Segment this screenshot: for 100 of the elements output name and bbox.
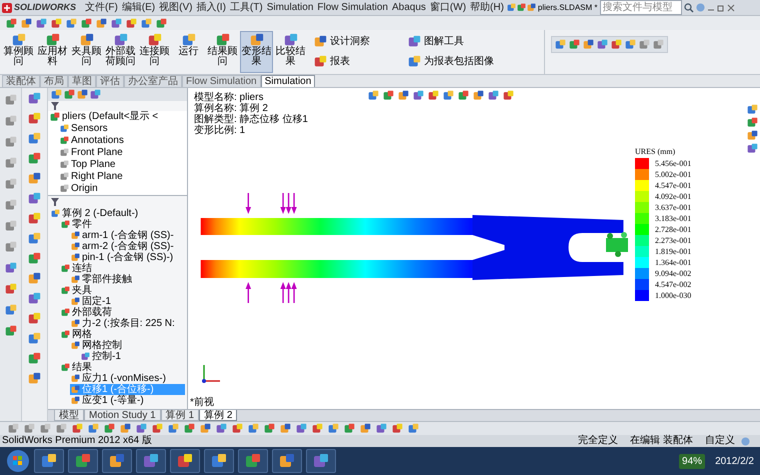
tree-item[interactable]: arm-1 (-合金钢 (SS)- bbox=[70, 230, 185, 241]
command-tool-icon[interactable] bbox=[24, 423, 35, 434]
taskbar-app-button[interactable] bbox=[238, 449, 268, 473]
tool-icon[interactable] bbox=[4, 283, 16, 295]
tree-item[interactable]: Front Plane bbox=[50, 147, 185, 158]
command-tool-icon[interactable] bbox=[392, 423, 403, 434]
view-tool-icon[interactable] bbox=[368, 90, 379, 101]
quick-tool-icon[interactable] bbox=[516, 3, 526, 12]
taskbar-app-button[interactable] bbox=[306, 449, 336, 473]
view-tool-icon[interactable] bbox=[96, 18, 107, 28]
command-tool-icon[interactable] bbox=[88, 423, 99, 434]
view-tool-icon[interactable] bbox=[503, 90, 514, 101]
view-tool-icon[interactable] bbox=[458, 90, 469, 101]
tree-item[interactable]: 固定-1 bbox=[70, 296, 185, 307]
command-tool-icon[interactable] bbox=[312, 423, 323, 434]
tool-icon[interactable] bbox=[28, 152, 41, 165]
tool-icon[interactable] bbox=[4, 325, 16, 337]
taskbar-app-button[interactable] bbox=[170, 449, 200, 473]
taskbar-app-button[interactable] bbox=[34, 449, 64, 473]
tool-icon[interactable] bbox=[28, 252, 41, 265]
quick-tool-icon[interactable] bbox=[526, 3, 536, 12]
ribbon-button[interactable]: 运行 bbox=[172, 31, 205, 73]
tree-item[interactable]: Sensors bbox=[50, 123, 185, 134]
tool-icon[interactable] bbox=[28, 92, 41, 105]
tool-icon[interactable] bbox=[583, 39, 594, 50]
tool-icon[interactable] bbox=[4, 220, 16, 232]
tool-icon[interactable] bbox=[28, 172, 41, 185]
ribbon-button[interactable]: 报表 bbox=[314, 53, 400, 69]
tree-item[interactable]: 零件 bbox=[60, 219, 185, 230]
panel-tab-icon[interactable] bbox=[90, 89, 101, 100]
side-tool-icon[interactable] bbox=[747, 104, 758, 115]
close-icon[interactable] bbox=[726, 4, 734, 12]
side-tool-icon[interactable] bbox=[747, 130, 758, 141]
tree-item[interactable]: 夹具 bbox=[60, 285, 185, 296]
tree-item[interactable]: 外部载荷 bbox=[60, 307, 185, 318]
command-tool-icon[interactable] bbox=[184, 423, 195, 434]
tool-icon[interactable] bbox=[625, 39, 636, 50]
view-tool-icon[interactable] bbox=[413, 90, 424, 101]
tree-item[interactable]: 应力1 (-vonMises-) bbox=[70, 373, 185, 384]
search-field[interactable]: 搜索文件与模型 bbox=[600, 0, 682, 15]
command-tool-icon[interactable] bbox=[232, 423, 243, 434]
ribbon-tab[interactable]: 布局 bbox=[40, 75, 68, 87]
command-tool-icon[interactable] bbox=[152, 423, 163, 434]
command-tool-icon[interactable] bbox=[264, 423, 275, 434]
view-tool-icon[interactable] bbox=[428, 90, 439, 101]
tree-item[interactable]: Top Plane bbox=[50, 159, 185, 170]
panel-tab-icon[interactable] bbox=[64, 89, 75, 100]
ribbon-tab[interactable]: 办公室产品 bbox=[124, 75, 182, 87]
command-tool-icon[interactable] bbox=[376, 423, 387, 434]
command-tool-icon[interactable] bbox=[200, 423, 211, 434]
command-tool-icon[interactable] bbox=[296, 423, 307, 434]
tool-icon[interactable] bbox=[28, 352, 41, 365]
tool-icon[interactable] bbox=[28, 312, 41, 325]
tree-item[interactable]: pin-1 (-合金钢 (SS)-) bbox=[70, 252, 185, 263]
tree-item[interactable]: Origin bbox=[50, 183, 185, 194]
menu-item[interactable]: Simulation bbox=[266, 0, 314, 15]
command-tool-icon[interactable] bbox=[408, 423, 419, 434]
tree-item[interactable]: 控制-1 bbox=[80, 351, 185, 362]
command-tool-icon[interactable] bbox=[104, 423, 115, 434]
tool-icon[interactable] bbox=[28, 292, 41, 305]
tree-item[interactable]: pliers (Default<显示 < bbox=[50, 111, 185, 122]
menu-item[interactable]: 帮助(H) bbox=[469, 0, 505, 15]
taskbar-app-button[interactable] bbox=[102, 449, 132, 473]
tool-icon[interactable] bbox=[4, 262, 16, 274]
start-button-icon[interactable] bbox=[6, 449, 30, 473]
tool-icon[interactable] bbox=[4, 199, 16, 211]
command-tool-icon[interactable] bbox=[280, 423, 291, 434]
study-tab[interactable]: 算例 1 bbox=[160, 410, 200, 421]
ribbon-button[interactable]: 算例顾问 bbox=[2, 31, 35, 73]
command-tool-icon[interactable] bbox=[72, 423, 83, 434]
view-tool-icon[interactable] bbox=[126, 18, 137, 28]
view-tool-icon[interactable] bbox=[21, 18, 32, 28]
tree-item[interactable]: 力-2 (:按条目: 225 N: bbox=[70, 318, 185, 329]
view-tool-icon[interactable] bbox=[488, 90, 499, 101]
tool-icon[interactable] bbox=[611, 39, 622, 50]
study-tab[interactable]: 算例 2 bbox=[199, 410, 238, 421]
tool-icon[interactable] bbox=[28, 132, 41, 145]
ribbon-tab[interactable]: 草图 bbox=[68, 75, 96, 87]
study-tab[interactable]: Motion Study 1 bbox=[84, 410, 161, 421]
tool-icon[interactable] bbox=[28, 372, 41, 385]
filter-icon[interactable] bbox=[51, 198, 61, 206]
view-tool-icon[interactable] bbox=[81, 18, 92, 28]
command-tool-icon[interactable] bbox=[168, 423, 179, 434]
panel-tab-icon[interactable] bbox=[51, 89, 62, 100]
command-tool-icon[interactable] bbox=[56, 423, 67, 434]
tree-item[interactable]: Annotations bbox=[50, 135, 185, 146]
view-tool-icon[interactable] bbox=[36, 18, 47, 28]
ribbon-tab[interactable]: Simulation bbox=[260, 75, 316, 87]
view-tool-icon[interactable] bbox=[141, 18, 152, 28]
tool-icon[interactable] bbox=[28, 112, 41, 125]
tool-icon[interactable] bbox=[28, 272, 41, 285]
tool-icon[interactable] bbox=[28, 192, 41, 205]
taskbar-app-button[interactable] bbox=[68, 449, 98, 473]
view-tool-icon[interactable] bbox=[473, 90, 484, 101]
panel-tab-icon[interactable] bbox=[77, 89, 88, 100]
taskbar-app-button[interactable] bbox=[272, 449, 302, 473]
command-tool-icon[interactable] bbox=[136, 423, 147, 434]
ribbon-button[interactable]: 夹具顾问 bbox=[70, 31, 103, 73]
tool-icon[interactable] bbox=[4, 94, 16, 106]
command-tool-icon[interactable] bbox=[216, 423, 227, 434]
